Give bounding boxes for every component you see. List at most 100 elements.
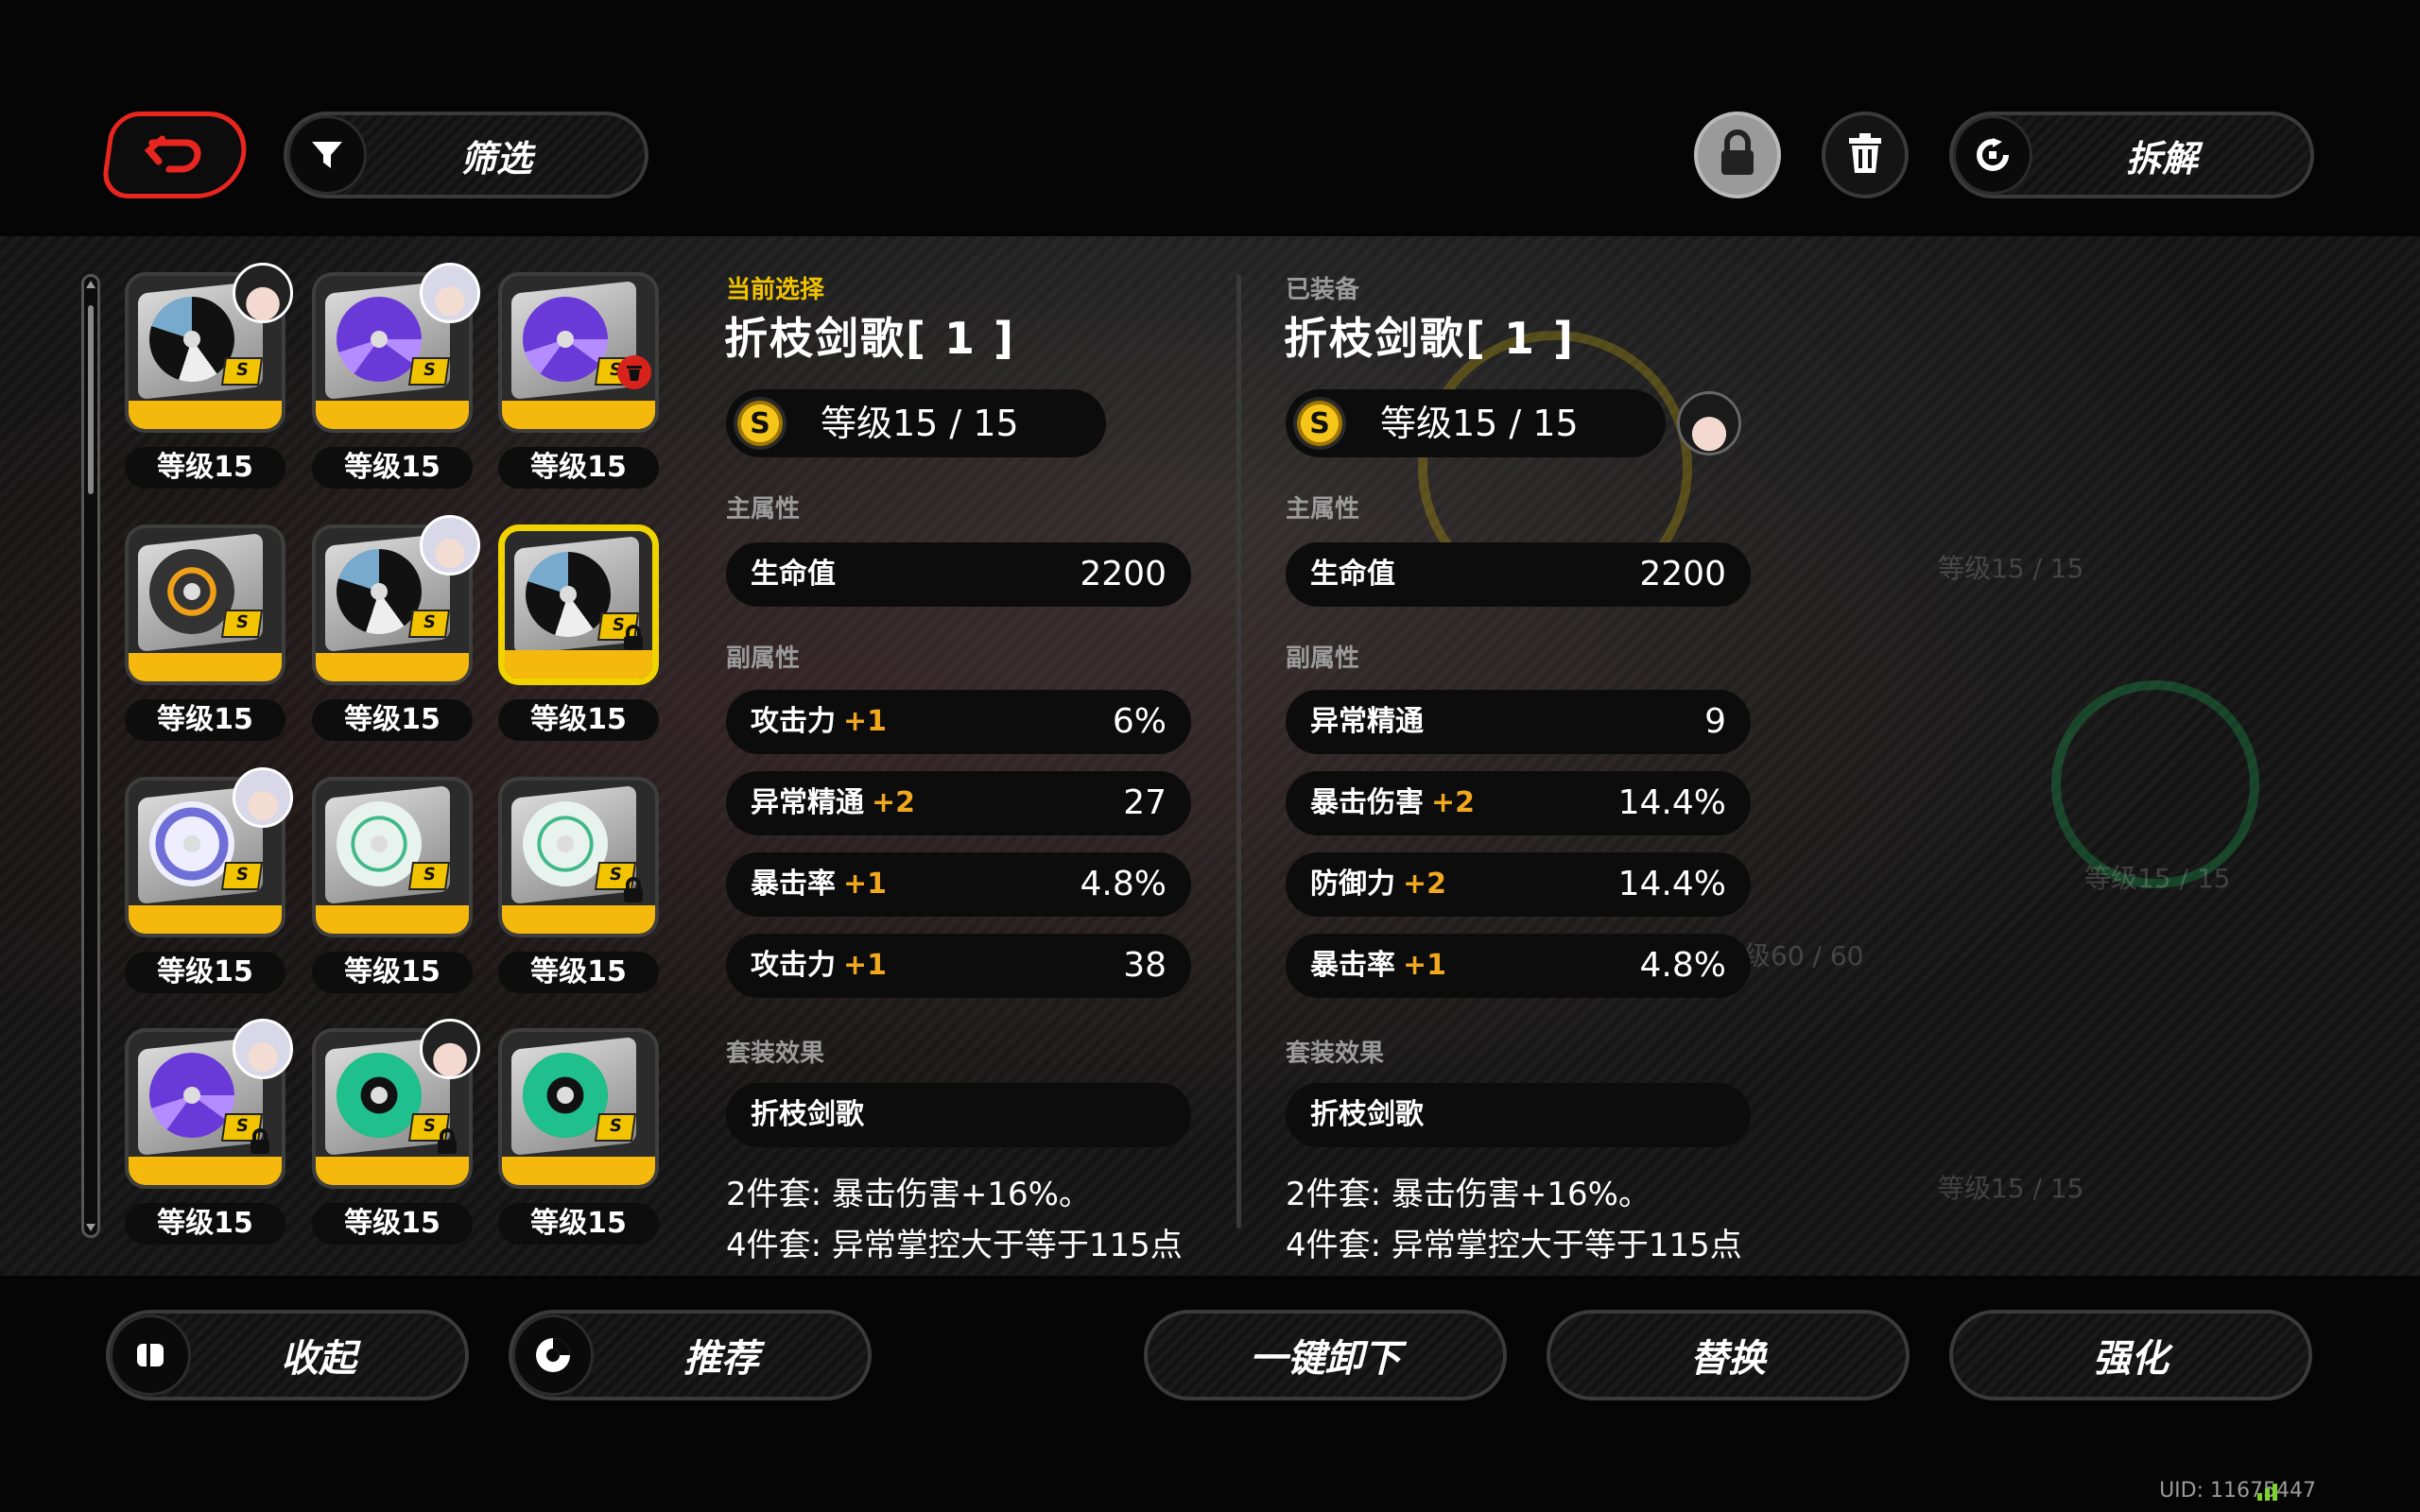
scroll-up-arrow[interactable]: [86, 281, 95, 288]
equipped-set-effect-4: 4件套: 异常掌控大于等于115点: [1286, 1227, 1742, 1264]
disc-card: S: [498, 777, 659, 937]
current-set-effect-4: 4件套: 异常掌控大于等于115点: [726, 1227, 1183, 1264]
disc-card: S: [125, 524, 285, 685]
disc-level-label: 等级15: [125, 699, 285, 741]
bg-level-a: 等级15 / 15: [1938, 553, 2084, 584]
filter-button[interactable]: 筛选: [284, 112, 648, 198]
disc-level-label: 等级15: [498, 447, 659, 489]
current-sub-stat: 攻击力 +1 38: [726, 934, 1191, 998]
lock-icon: [1717, 129, 1758, 180]
stat-name-wrap: 防御力 +2: [1310, 852, 1446, 917]
disc-list-scrollbar[interactable]: [81, 274, 100, 1238]
equipped-main-stat-label: 主属性: [1286, 495, 1360, 524]
rank-s-icon: S: [734, 397, 786, 450]
disc-level-label: 等级15: [125, 952, 285, 993]
disc-hub: [183, 1087, 200, 1104]
disc-card: S: [498, 524, 659, 685]
disc-hub: [371, 583, 388, 600]
unequip-all-button[interactable]: 一键卸下: [1144, 1310, 1507, 1400]
agent-avatar: [233, 767, 293, 828]
equipped-sub-stat: 异常精通 9: [1286, 690, 1751, 754]
equipped-sub-stat-label: 副属性: [1286, 644, 1360, 673]
stat-name-wrap: 攻击力 +1: [751, 934, 887, 998]
agent-avatar: [420, 263, 480, 323]
equipped-level: 等级15 / 15: [1380, 403, 1579, 444]
trash-icon: [1846, 131, 1884, 179]
current-sub-stat: 异常精通 +2 27: [726, 771, 1191, 835]
stat-value: 27: [1123, 783, 1167, 822]
dismantle-label: 拆解: [2125, 137, 2198, 180]
disc-item[interactable]: S: [125, 1019, 293, 1198]
equipped-sub-stat: 暴击伤害 +2 14.4%: [1286, 771, 1751, 835]
disc-item[interactable]: S: [312, 1019, 480, 1198]
current-set-name-row: 折枝剑歌: [726, 1083, 1191, 1147]
lock-button[interactable]: [1694, 112, 1781, 198]
stat-name: 生命值: [751, 558, 836, 591]
disc-item[interactable]: S: [498, 1028, 659, 1198]
disc-item[interactable]: S: [125, 263, 293, 442]
equipped-agent-avatar[interactable]: [1677, 391, 1741, 455]
disc-item[interactable]: S: [125, 767, 293, 947]
disc-item[interactable]: S: [498, 777, 659, 947]
lock-icon: [435, 1128, 459, 1154]
agent-avatar: [420, 1019, 480, 1079]
disc-card: S: [312, 777, 473, 937]
stat-name-wrap: 攻击力 +1: [751, 690, 887, 754]
rank-s-badge: S: [220, 862, 264, 890]
lock-icon: [248, 1128, 272, 1154]
disc-level-label: 等级15: [125, 447, 285, 489]
agent-avatar: [233, 263, 293, 323]
disc-hub: [557, 331, 574, 348]
disc-item[interactable]: S: [312, 515, 480, 695]
stat-upgrade: +1: [1403, 949, 1447, 982]
disc-item[interactable]: S: [312, 263, 480, 442]
uid-text: UID: 11675447: [2159, 1479, 2316, 1503]
scroll-thumb[interactable]: [88, 305, 94, 494]
rank-s-badge: S: [220, 610, 264, 638]
scroll-down-arrow[interactable]: [86, 1224, 95, 1231]
stat-value: 4.8%: [1080, 865, 1167, 903]
equipped-level-bar: S 等级15 / 15: [1286, 389, 1666, 457]
stat-value: 9: [1704, 702, 1726, 741]
current-main-stat: 生命值 2200: [726, 542, 1191, 607]
disc-item[interactable]: S: [498, 524, 659, 695]
signal-icon: [2257, 1480, 2282, 1504]
recommend-icon: [512, 1314, 594, 1396]
trash-button[interactable]: [1822, 112, 1909, 198]
current-disc-title: 折枝剑歌[ 1 ]: [724, 313, 1016, 364]
disc-level-label: 等级15: [312, 447, 473, 489]
rank-s-badge: S: [407, 610, 451, 638]
collapse-button[interactable]: 收起: [106, 1310, 469, 1400]
enhance-button[interactable]: 强化: [1949, 1310, 2312, 1400]
stat-upgrade: +1: [843, 705, 888, 738]
disc-hub: [557, 835, 574, 852]
stat-upgrade: +2: [1403, 868, 1447, 901]
disc-level-label: 等级15: [312, 699, 473, 741]
stat-name-wrap: 暴击率 +1: [1310, 934, 1446, 998]
stat-name: 防御力: [1310, 868, 1395, 901]
filter-label: 筛选: [459, 137, 532, 180]
current-level-bar: S 等级15 / 15: [726, 389, 1106, 457]
stat-value: 4.8%: [1639, 946, 1726, 985]
trash-icon: [617, 355, 651, 389]
disc-bar: [129, 401, 282, 429]
current-sub-stat: 暴击率 +1 4.8%: [726, 852, 1191, 917]
back-button[interactable]: [99, 112, 252, 198]
stat-value: 2200: [1639, 555, 1726, 593]
back-arrow-icon: [139, 129, 213, 180]
collapse-label: 收起: [281, 1337, 356, 1381]
stat-name: 异常精通: [751, 786, 864, 819]
current-sub-stat: 攻击力 +1 6%: [726, 690, 1191, 754]
equipped-main-stat: 生命值 2200: [1286, 542, 1751, 607]
disc-hub: [183, 331, 200, 348]
recommend-button[interactable]: 推荐: [509, 1310, 872, 1400]
lock-icon: [621, 625, 646, 650]
lock-icon: [621, 877, 646, 902]
replace-button[interactable]: 替换: [1547, 1310, 1910, 1400]
dismantle-button[interactable]: 拆解: [1949, 112, 2314, 198]
stat-value: 2200: [1080, 555, 1167, 593]
disc-item[interactable]: S: [312, 777, 473, 947]
disc-item[interactable]: S: [498, 272, 659, 442]
disc-item[interactable]: S: [125, 524, 285, 695]
disc-bar: [502, 1157, 655, 1185]
